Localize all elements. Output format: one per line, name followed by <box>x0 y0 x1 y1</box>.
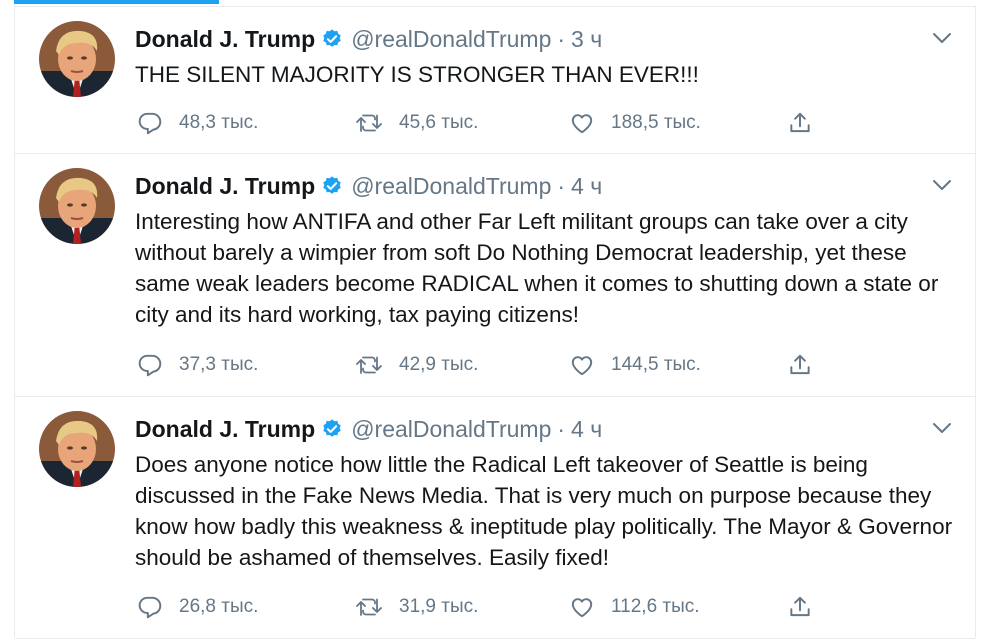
share-button[interactable] <box>787 350 813 380</box>
author-handle[interactable]: @realDonaldTrump <box>351 172 551 200</box>
retweet-count: 45,6 тыс. <box>399 112 479 133</box>
like-icon <box>571 598 593 618</box>
retweet-button[interactable]: 42,9 тыс. <box>355 350 478 380</box>
like-button[interactable]: 144,5 тыс. <box>569 350 701 380</box>
tweet-actions: 48,3 тыс. 45,6 тыс. 188,5 тыс. <box>137 108 837 138</box>
reply-count: 37,3 тыс. <box>179 354 259 375</box>
separator-dot: · <box>557 416 566 442</box>
timestamp[interactable]: 3 ч <box>571 25 602 53</box>
tweet-header: Donald J. Trump @realDonaldTrump · 3 ч <box>135 25 602 53</box>
tweet-header: Donald J. Trump @realDonaldTrump · 4 ч <box>135 415 602 443</box>
tweet[interactable]: Donald J. Trump @realDonaldTrump · 3 ч T… <box>15 7 975 154</box>
retweet-icon <box>356 598 382 616</box>
reply-icon <box>138 112 162 135</box>
tweet-text: Does anyone notice how little the Radica… <box>135 452 953 570</box>
active-tab-indicator <box>14 0 219 4</box>
tweet-actions: 26,8 тыс. 31,9 тыс. 112,6 тыс. <box>137 592 837 622</box>
author-name[interactable]: Donald J. Trump <box>135 415 315 443</box>
tweet-header: Donald J. Trump @realDonaldTrump · 4 ч <box>135 172 602 200</box>
verified-badge-icon <box>321 28 343 50</box>
author-name[interactable]: Donald J. Trump <box>135 172 315 200</box>
chevron-down-icon[interactable] <box>931 31 953 45</box>
chevron-down-icon[interactable] <box>931 178 953 192</box>
retweet-button[interactable]: 31,9 тыс. <box>355 592 478 622</box>
reply-button[interactable]: 37,3 тыс. <box>137 350 258 380</box>
verified-badge-icon <box>321 175 343 197</box>
like-count: 144,5 тыс. <box>611 354 701 375</box>
like-button[interactable]: 188,5 тыс. <box>569 108 701 138</box>
share-icon <box>790 112 810 133</box>
reply-button[interactable]: 48,3 тыс. <box>137 108 258 138</box>
like-icon <box>571 114 593 134</box>
like-icon <box>571 356 593 376</box>
retweet-button[interactable]: 45,6 тыс. <box>355 108 478 138</box>
avatar[interactable] <box>39 411 115 487</box>
avatar[interactable] <box>39 21 115 97</box>
tweet-text: THE SILENT MAJORITY IS STRONGER THAN EVE… <box>135 62 699 87</box>
reply-icon <box>138 354 162 377</box>
tweet[interactable]: Donald J. Trump @realDonaldTrump · 4 ч I… <box>15 154 975 397</box>
share-button[interactable] <box>787 592 813 622</box>
tweet[interactable]: Donald J. Trump @realDonaldTrump · 4 ч D… <box>15 397 975 639</box>
author-handle[interactable]: @realDonaldTrump <box>351 415 551 443</box>
author-handle[interactable]: @realDonaldTrump <box>351 25 551 53</box>
retweet-icon <box>356 114 382 132</box>
author-name[interactable]: Donald J. Trump <box>135 25 315 53</box>
tweet-feed: Donald J. Trump @realDonaldTrump · 3 ч T… <box>14 6 976 639</box>
retweet-count: 42,9 тыс. <box>399 354 479 375</box>
share-icon <box>790 596 810 617</box>
share-icon <box>790 354 810 375</box>
retweet-count: 31,9 тыс. <box>399 596 479 617</box>
timestamp[interactable]: 4 ч <box>571 172 602 200</box>
tweet-text: Interesting how ANTIFA and other Far Lef… <box>135 209 939 327</box>
avatar[interactable] <box>39 168 115 244</box>
reply-icon <box>138 596 162 619</box>
verified-badge-icon <box>321 418 343 440</box>
share-button[interactable] <box>787 108 813 138</box>
reply-button[interactable]: 26,8 тыс. <box>137 592 258 622</box>
tweet-actions: 37,3 тыс. 42,9 тыс. 144,5 тыс. <box>137 350 837 380</box>
retweet-icon <box>356 356 382 374</box>
reply-count: 48,3 тыс. <box>179 112 259 133</box>
timestamp[interactable]: 4 ч <box>571 415 602 443</box>
reply-count: 26,8 тыс. <box>179 596 259 617</box>
like-count: 112,6 тыс. <box>611 596 700 617</box>
separator-dot: · <box>557 26 566 52</box>
like-button[interactable]: 112,6 тыс. <box>569 592 700 622</box>
chevron-down-icon[interactable] <box>931 421 953 435</box>
separator-dot: · <box>557 173 566 199</box>
like-count: 188,5 тыс. <box>611 112 701 133</box>
